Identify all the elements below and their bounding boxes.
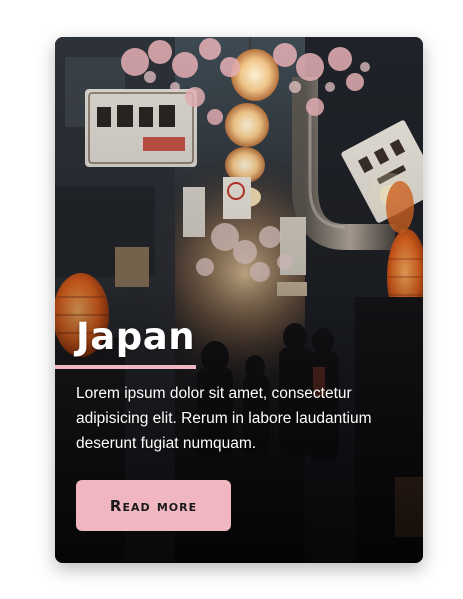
card-title: Japan <box>76 315 196 358</box>
card-content: Japan Lorem ipsum dolor sit amet, consec… <box>55 37 423 563</box>
card-description: Lorem ipsum dolor sit amet, consectetur … <box>76 385 372 452</box>
title-underline <box>55 365 196 369</box>
read-more-button[interactable]: Read more <box>76 480 231 531</box>
page: Japan Lorem ipsum dolor sit amet, consec… <box>0 0 463 599</box>
destination-card: Japan Lorem ipsum dolor sit amet, consec… <box>55 37 423 563</box>
